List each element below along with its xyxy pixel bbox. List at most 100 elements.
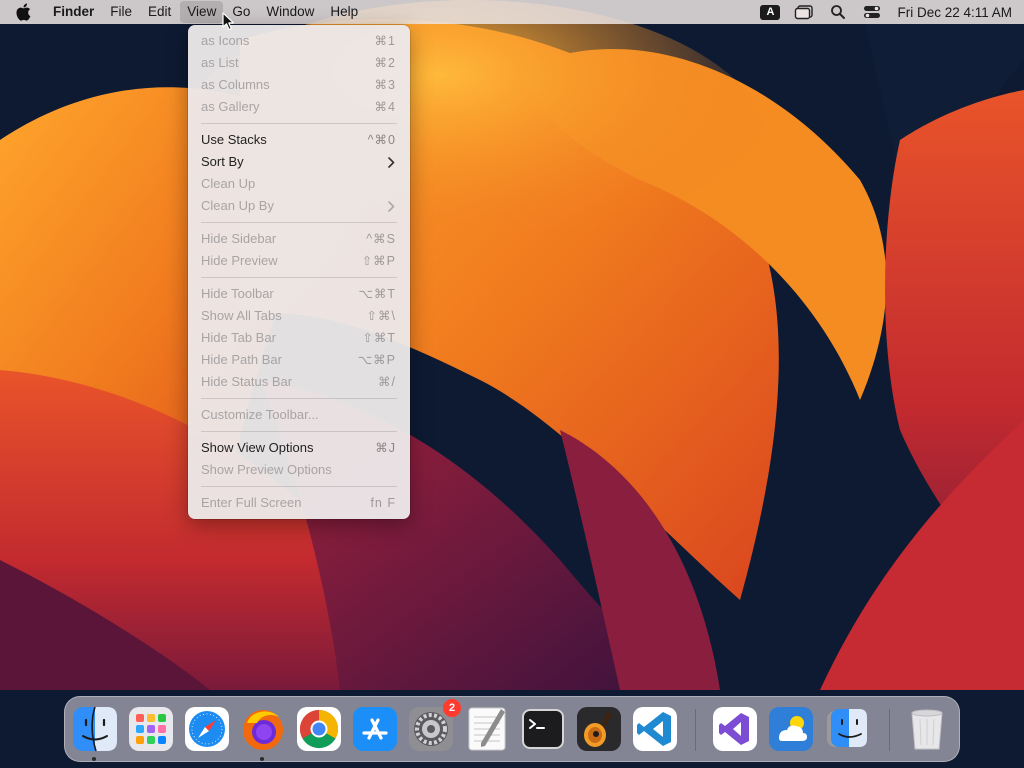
desktop[interactable]: Finder File Edit View Go Window Help A F… xyxy=(0,0,1024,768)
menu-item-as-columns[interactable]: as Columns ⌘3 xyxy=(188,74,410,96)
textedit-icon xyxy=(468,707,506,751)
menu-item-hide-status-bar[interactable]: Hide Status Bar ⌘/ xyxy=(188,371,410,393)
menu-item-show-view-options[interactable]: Show View Options ⌘J xyxy=(188,437,410,459)
menu-item-shortcut: ⌘4 xyxy=(374,100,396,114)
menu-item-clean-up-by[interactable]: Clean Up By xyxy=(188,195,410,217)
garageband-icon xyxy=(577,707,621,751)
dock-weather[interactable] xyxy=(767,705,815,753)
chrome-icon xyxy=(297,707,341,751)
menu-item-label: Clean Up By xyxy=(201,198,274,213)
menu-item-label: Sort By xyxy=(201,154,244,169)
menu-item-as-gallery[interactable]: as Gallery ⌘4 xyxy=(188,96,410,118)
menu-view[interactable]: View xyxy=(180,1,224,23)
dock-garageband[interactable] xyxy=(575,705,623,753)
menu-separator xyxy=(201,123,397,124)
menu-bar: Finder File Edit View Go Window Help A F… xyxy=(0,0,1024,24)
menu-item-label: Use Stacks xyxy=(201,132,267,147)
menu-item-customize-toolbar[interactable]: Customize Toolbar... xyxy=(188,404,410,426)
stage-manager-icon[interactable] xyxy=(793,3,815,21)
menu-item-shortcut: ⇧⌘P xyxy=(361,254,396,268)
menu-item-label: Show View Options xyxy=(201,440,314,455)
app-name-finder[interactable]: Finder xyxy=(46,1,101,23)
menu-item-shortcut: ^⌘S xyxy=(366,232,396,246)
view-menu-dropdown: as Icons ⌘1 as List ⌘2 as Columns ⌘3 as … xyxy=(188,25,410,519)
dock-finder-folder[interactable] xyxy=(823,705,871,753)
dock-finder[interactable] xyxy=(71,705,119,761)
menu-item-hide-toolbar[interactable]: Hide Toolbar ⌥⌘T xyxy=(188,283,410,305)
menu-separator xyxy=(201,277,397,278)
apple-menu[interactable] xyxy=(0,0,46,24)
dock-firefox[interactable] xyxy=(239,705,287,761)
app-store-icon xyxy=(353,707,397,751)
menu-separator xyxy=(201,222,397,223)
menu-item-use-stacks[interactable]: Use Stacks ^⌘0 xyxy=(188,129,410,151)
menu-item-label: Customize Toolbar... xyxy=(201,407,319,422)
spotlight-search-icon[interactable] xyxy=(827,3,849,21)
menu-item-hide-preview[interactable]: Hide Preview ⇧⌘P xyxy=(188,250,410,272)
dock-textedit[interactable] xyxy=(463,705,511,753)
menu-item-shortcut: ^⌘0 xyxy=(367,133,396,147)
finder-icon xyxy=(73,706,117,752)
input-source-menu[interactable]: A xyxy=(759,3,781,21)
menu-item-label: Hide Sidebar xyxy=(201,231,277,246)
running-indicator xyxy=(92,757,96,761)
visual-studio-icon xyxy=(713,707,757,751)
menu-item-shortcut: ⌘J xyxy=(375,441,396,455)
dock-divider xyxy=(695,709,696,751)
menu-help[interactable]: Help xyxy=(323,1,365,23)
safari-icon xyxy=(185,707,229,751)
status-area: A Fri Dec 22 4:11 AM xyxy=(753,0,1024,24)
menu-item-shortcut: ⇧⌘\ xyxy=(366,309,396,323)
menu-item-label: Clean Up xyxy=(201,176,256,191)
weather-icon xyxy=(769,707,813,751)
dock-app-store[interactable] xyxy=(351,705,399,753)
menu-item-as-icons[interactable]: as Icons ⌘1 xyxy=(188,30,410,52)
dock-vscode[interactable] xyxy=(631,705,679,753)
menu-window[interactable]: Window xyxy=(259,1,321,23)
menu-item-show-all-tabs[interactable]: Show All Tabs ⇧⌘\ xyxy=(188,305,410,327)
menu-item-label: Enter Full Screen xyxy=(201,495,302,510)
running-indicator xyxy=(260,757,264,761)
menu-item-as-list[interactable]: as List ⌘2 xyxy=(188,52,410,74)
menu-item-shortcut: ⌘3 xyxy=(374,78,396,92)
trash-icon xyxy=(911,709,943,750)
terminal-icon xyxy=(522,709,564,749)
dock-visual-studio[interactable] xyxy=(711,705,759,753)
menubar-clock[interactable]: Fri Dec 22 4:11 AM xyxy=(897,5,1012,20)
menu-item-enter-full-screen[interactable]: Enter Full Screen fn F xyxy=(188,492,410,514)
dock-launchpad[interactable] xyxy=(127,705,175,753)
chevron-right-icon xyxy=(388,200,396,212)
menu-item-shortcut: ⌥⌘T xyxy=(358,287,396,301)
menu-item-label: as List xyxy=(201,55,239,70)
menu-separator xyxy=(201,398,397,399)
dock-divider xyxy=(889,709,890,751)
menu-separator xyxy=(201,431,397,432)
firefox-icon xyxy=(243,710,283,750)
menu-item-label: Hide Status Bar xyxy=(201,374,293,389)
mouse-pointer-icon xyxy=(222,12,235,31)
dock-trash[interactable] xyxy=(903,705,951,753)
dock-terminal[interactable] xyxy=(519,705,567,753)
menu-item-hide-tab-bar[interactable]: Hide Tab Bar ⇧⌘T xyxy=(188,327,410,349)
menu-item-sort-by[interactable]: Sort By xyxy=(188,151,410,173)
dock: 2 xyxy=(64,696,960,762)
dock-chrome[interactable] xyxy=(295,705,343,753)
notification-badge: 2 xyxy=(443,699,461,717)
dock-system-settings[interactable]: 2 xyxy=(407,699,461,753)
menu-file[interactable]: File xyxy=(103,1,139,23)
launchpad-icon xyxy=(129,707,173,751)
menu-item-label: as Gallery xyxy=(201,99,260,114)
dock-safari[interactable] xyxy=(183,705,231,753)
menu-item-clean-up[interactable]: Clean Up xyxy=(188,173,410,195)
menu-separator xyxy=(201,486,397,487)
menu-item-label: Show All Tabs xyxy=(201,308,282,323)
menu-item-label: Show Preview Options xyxy=(201,462,332,477)
menu-item-hide-path-bar[interactable]: Hide Path Bar ⌥⌘P xyxy=(188,349,410,371)
menu-item-shortcut: ⌘2 xyxy=(374,56,396,70)
menu-item-show-preview-options[interactable]: Show Preview Options xyxy=(188,459,410,481)
input-source-icon: A xyxy=(760,4,781,20)
menu-edit[interactable]: Edit xyxy=(141,1,178,23)
control-center-icon[interactable] xyxy=(861,3,883,21)
menu-item-hide-sidebar[interactable]: Hide Sidebar ^⌘S xyxy=(188,228,410,250)
menu-item-shortcut: ⌥⌘P xyxy=(357,353,396,367)
